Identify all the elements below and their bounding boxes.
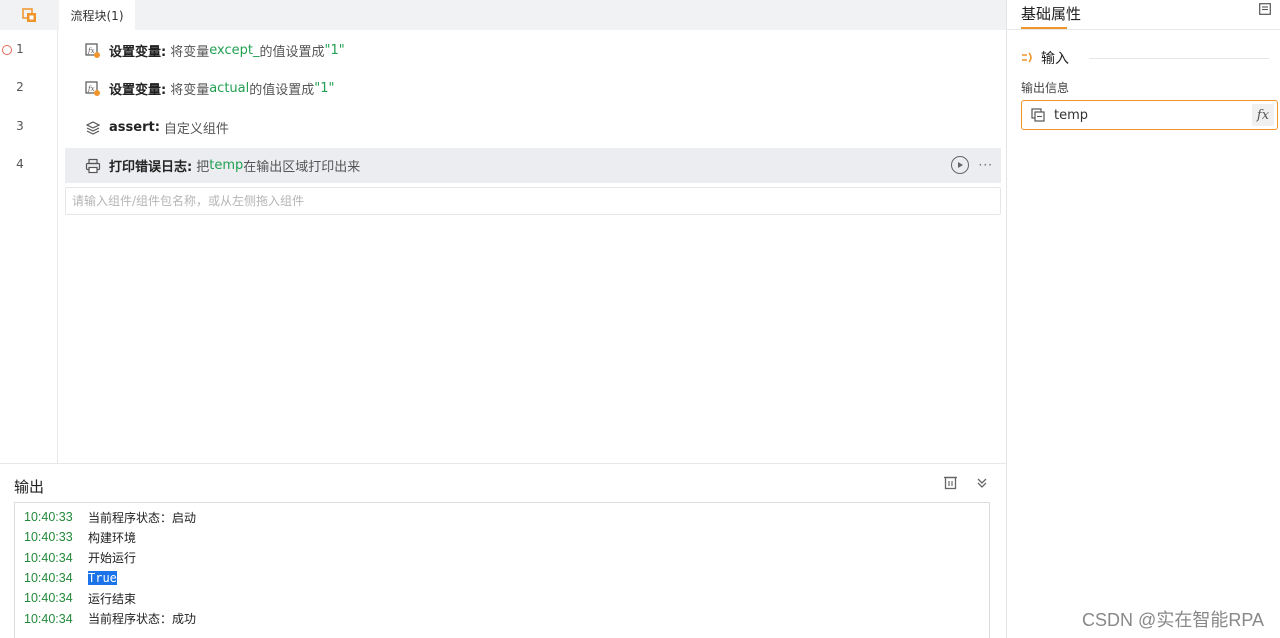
step-title: 打印错误日志: (109, 160, 193, 175)
input-arrow-icon (1022, 52, 1032, 63)
log-message: 当前程序状态：成功 (88, 612, 197, 627)
log-time: 10:40:34 (24, 591, 73, 606)
line-number: 3 (16, 119, 24, 133)
line-number: 4 (16, 157, 24, 171)
log-message-selected: True (88, 571, 117, 586)
step-value: "1" (314, 81, 335, 96)
tab-flow-block[interactable]: 流程块(1) (59, 0, 135, 30)
log-line: 10:40:34 True (15, 568, 989, 588)
log-line: 10:40:34 运行结束 (15, 588, 989, 608)
fx-expression-button[interactable]: fx (1252, 104, 1274, 126)
set-variable-icon: fx (85, 42, 101, 59)
double-chevron-down-icon (977, 478, 987, 488)
step-variable: actual (209, 81, 250, 96)
flow-icon-button[interactable] (0, 0, 58, 30)
output-info-label: 输出信息 (1021, 81, 1070, 95)
step-text: 把 (196, 160, 210, 175)
step-text: 自定义组件 (163, 122, 229, 137)
panel-collapse-icon (1259, 3, 1271, 15)
collapse-panel-button[interactable] (1259, 3, 1273, 17)
section-input-label: 输入 (1041, 51, 1069, 67)
flow-step-assert[interactable]: assert: 自定义组件 (65, 110, 1001, 145)
svg-text:fx: fx (87, 47, 95, 55)
log-time: 10:40:34 (24, 611, 73, 626)
output-log[interactable]: 10:40:33 当前程序状态：启动 10:40:33 构建环境 10:40:3… (14, 502, 990, 638)
variable-icon (1030, 107, 1046, 123)
section-input-header: 输入 (1021, 48, 1069, 68)
properties-panel: 基础属性 输入 输出信息 temp fx (1006, 0, 1280, 638)
gutter-line[interactable]: 2 (0, 78, 58, 98)
breakpoint-icon[interactable] (2, 45, 12, 55)
tab-flow-block-label: 流程块(1) (70, 8, 124, 23)
gutter-line[interactable]: 1 (0, 40, 58, 60)
step-title: 设置变量: (109, 83, 167, 98)
set-variable-icon: fx (85, 80, 101, 97)
tab-basic-properties[interactable]: 基础属性 (1021, 3, 1081, 24)
output-info-value[interactable]: temp (1054, 108, 1252, 123)
trash-icon (943, 476, 957, 490)
step-text: 将变量 (170, 45, 210, 60)
step-text: 将变量 (170, 83, 210, 98)
section-divider (1089, 58, 1269, 59)
log-message: 运行结束 (88, 591, 137, 606)
watermark: CSDN @实在智能RPA (1082, 610, 1264, 630)
play-icon (957, 162, 963, 168)
log-line: 10:40:34 当前程序状态：成功 (15, 608, 989, 628)
log-line: 10:40:33 构建环境 (15, 527, 989, 547)
output-toolbar (942, 475, 990, 491)
step-text: 的值设置成 (259, 45, 325, 60)
tab-bar: 流程块(1) (0, 0, 1006, 30)
collapse-output-button[interactable] (974, 475, 990, 491)
log-time: 10:40:34 (24, 571, 73, 586)
step-text: 在输出区域打印出来 (243, 160, 361, 175)
step-value: "1" (324, 43, 345, 58)
layers-icon (85, 120, 101, 136)
more-options-button[interactable]: ··· (979, 159, 993, 171)
line-gutter: 1 2 3 4 (0, 30, 58, 463)
log-line: 10:40:34 开始运行 (15, 548, 989, 568)
log-message: 构建环境 (88, 530, 137, 545)
log-message: 开始运行 (88, 551, 137, 566)
flow-step-set-variable[interactable]: fx 设置变量: 将变量 except_ 的值设置成 "1" (65, 33, 1001, 68)
step-title: 设置变量: (109, 45, 167, 60)
run-step-button[interactable] (950, 156, 969, 174)
output-title: 输出 (14, 478, 45, 496)
flow-step-set-variable[interactable]: fx 设置变量: 将变量 actual 的值设置成 "1" (65, 71, 1001, 106)
log-time: 10:40:33 (24, 530, 73, 545)
step-title: assert: (109, 120, 160, 135)
svg-text:fx: fx (87, 85, 95, 93)
line-number: 2 (16, 80, 24, 94)
log-time: 10:40:33 (24, 510, 73, 525)
active-tab-indicator (1021, 27, 1067, 29)
gutter-line[interactable]: 4 (0, 155, 58, 175)
log-message: 当前程序状态：启动 (88, 510, 197, 525)
step-text: 的值设置成 (249, 83, 315, 98)
clear-output-button[interactable] (942, 475, 958, 491)
component-search-input[interactable] (65, 187, 1001, 215)
flow-editor: fx 设置变量: 将变量 except_ 的值设置成 "1" fx 设置变量: … (59, 30, 1006, 463)
gutter-line[interactable]: 3 (0, 117, 58, 137)
output-info-field[interactable]: temp fx (1021, 100, 1278, 130)
line-number: 1 (16, 42, 24, 56)
flow-step-print-error-log[interactable]: 打印错误日志: 把 temp 在输出区域打印出来 ··· (65, 148, 1001, 183)
log-time: 10:40:34 (24, 550, 73, 565)
orange-block-icon (21, 7, 36, 22)
row-actions: ··· (950, 156, 993, 174)
output-panel: 输出 10:40:33 当前程序状态：启动 10:40:33 构建环境 10:4… (0, 463, 1006, 638)
step-variable: temp (209, 158, 244, 173)
log-line: 10:40:33 当前程序状态：启动 (15, 507, 989, 527)
step-variable: except_ (209, 43, 260, 58)
printer-icon (85, 158, 101, 174)
properties-header: 基础属性 (1007, 0, 1280, 30)
